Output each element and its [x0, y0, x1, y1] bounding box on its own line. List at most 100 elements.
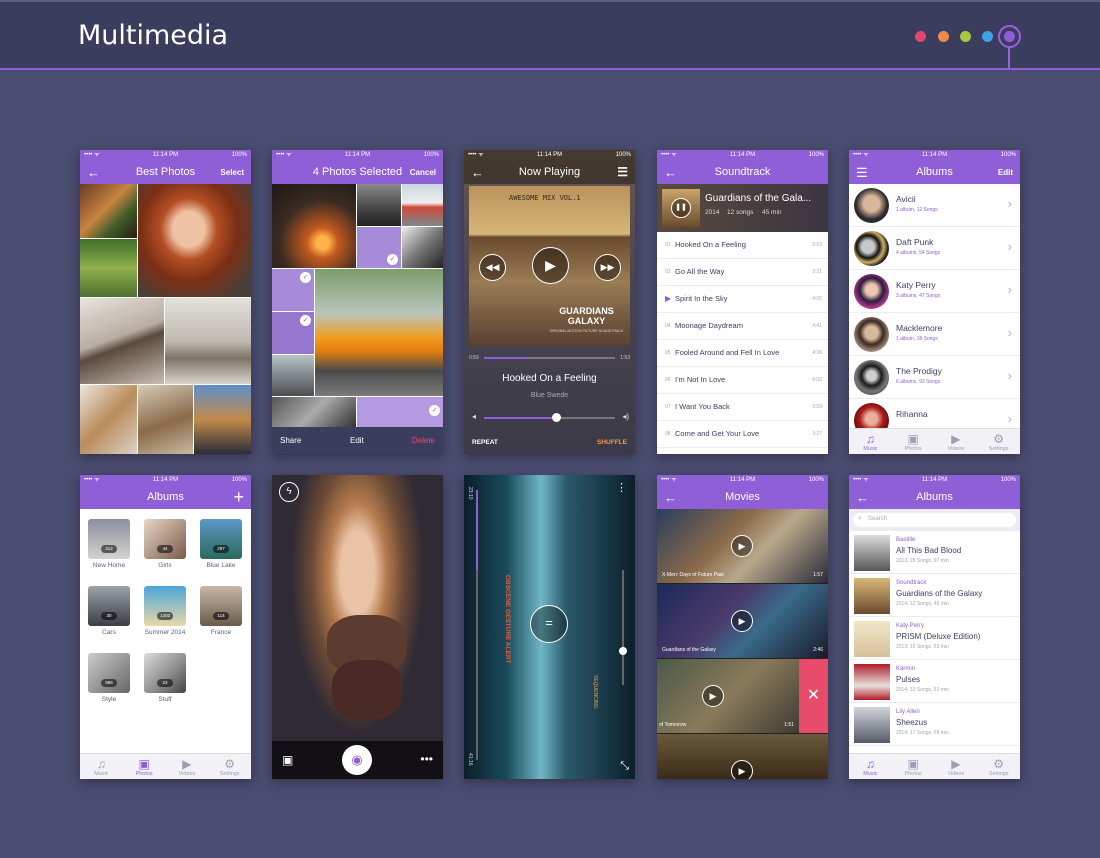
photo-window[interactable]	[272, 355, 314, 396]
photo-food[interactable]	[80, 385, 137, 454]
photo-bw[interactable]	[272, 397, 356, 427]
forward-button[interactable]: ▶▶	[594, 254, 621, 281]
color-dot-purple-selected[interactable]	[998, 25, 1021, 48]
movie-row[interactable]: ▶ Guardians of the Galaxy 2:46	[657, 584, 828, 658]
volume-knob[interactable]	[552, 413, 562, 422]
photo-selected-4[interactable]: ✓	[357, 397, 443, 427]
photo-building[interactable]	[194, 385, 251, 454]
photo-lamborghini[interactable]	[315, 269, 443, 396]
add-album-icon[interactable]: +	[233, 486, 244, 509]
album-artist: Karmin	[896, 666, 916, 672]
progress-track[interactable]	[484, 357, 615, 359]
album-row[interactable]: Soundtrack Guardians of the Galaxy 2014, 1…	[849, 574, 1020, 617]
gallery-icon[interactable]: ▣	[282, 753, 293, 767]
photo-camera-2[interactable]	[402, 227, 443, 268]
pause-button[interactable]: =	[530, 605, 568, 643]
artist-row[interactable]: The Prodigy 6 albums, 93 Songs ›	[849, 356, 1020, 399]
play-icon[interactable]: ▶	[731, 760, 753, 779]
status-battery: 100%	[423, 152, 439, 158]
photo-burger[interactable]	[80, 184, 137, 238]
album-folder[interactable]: 1203 Summer 2014	[144, 586, 186, 636]
album-folder[interactable]: 23 Stuff	[144, 653, 186, 703]
cancel-button[interactable]: Cancel	[410, 161, 436, 184]
volume-track[interactable]	[484, 417, 615, 419]
album-folder[interactable]: 287 Blue Lake	[200, 519, 242, 569]
tab-settings[interactable]: ⚙ Settings	[208, 754, 251, 779]
album-thumb: 23	[144, 653, 186, 693]
album-row[interactable]: Katy Perry PRISM (Deluxe Edition) 2013, 16…	[849, 617, 1020, 660]
track-row[interactable]: 07 I Want You Back 2:59	[657, 394, 828, 421]
album-folder[interactable]: 114 France	[200, 586, 242, 636]
photo-selected-1[interactable]: ✓	[357, 227, 401, 268]
edit-button[interactable]: Edit	[998, 161, 1013, 184]
album-row[interactable]: Karmin Pulses 2014, 13 Songs, 53 min	[849, 660, 1020, 703]
tab-music[interactable]: ♫ Music	[849, 754, 892, 779]
video-scrub-track[interactable]	[476, 490, 478, 760]
rewind-button[interactable]: ◀◀	[479, 254, 506, 281]
now-playing-icon: ▶	[665, 294, 672, 303]
more-vertical-icon[interactable]: ⋮	[616, 481, 627, 494]
photo-selected-3[interactable]: ✓	[272, 312, 314, 354]
photo-selected-2[interactable]: ✓	[272, 269, 314, 311]
album-folder[interactable]: 312 New Home	[88, 519, 130, 569]
pause-icon[interactable]: ❚❚	[671, 198, 691, 218]
artist-row[interactable]: Macklemore 1 album, 18 Songs ›	[849, 313, 1020, 356]
tab-videos[interactable]: ▶ Videos	[935, 429, 978, 454]
track-row[interactable]: 01 Hooked On a Feeling 2:53	[657, 232, 828, 259]
play-button[interactable]: ▶	[532, 247, 569, 284]
album-folder[interactable]: 30 Cars	[88, 586, 130, 636]
photo-van[interactable]	[402, 184, 443, 226]
photo-camera[interactable]	[80, 298, 164, 384]
track-row[interactable]: 05 Fooled Around and Fell In Love 4:36	[657, 340, 828, 367]
chevron-right-icon: ›	[1007, 239, 1012, 254]
album-folder[interactable]: 44 Girls	[144, 519, 186, 569]
movie-row-swiped[interactable]: ▶ of Tomorrow 1:51 ✕	[657, 659, 828, 733]
tab-videos[interactable]: ▶ Videos	[935, 754, 978, 779]
tab-videos[interactable]: ▶ Videos	[166, 754, 209, 779]
tab-photos[interactable]: ▣ Photos	[123, 754, 166, 779]
play-icon[interactable]: ▶	[731, 610, 753, 632]
track-row-playing[interactable]: ▶ Spirit In the Sky 4:02	[657, 286, 828, 313]
photo-sunset-cave[interactable]	[272, 184, 356, 268]
volume-track[interactable]	[622, 570, 624, 685]
track-row[interactable]: 08 Come and Get Your Love 3:27	[657, 421, 828, 448]
play-icon[interactable]: ▶	[731, 535, 753, 557]
tab-photos[interactable]: ▣ Photos	[892, 429, 935, 454]
album-folder[interactable]: 966 Style	[88, 653, 130, 703]
photo-desk[interactable]	[138, 385, 193, 454]
flash-icon[interactable]: ϟ	[279, 482, 299, 502]
collapse-icon[interactable]: ⤡	[620, 760, 629, 773]
photo-street[interactable]	[357, 184, 401, 226]
play-icon[interactable]: ▶	[702, 685, 724, 707]
shutter-button[interactable]: ◉	[342, 745, 372, 775]
more-icon[interactable]: •••	[420, 752, 433, 766]
artist-row[interactable]: Katy Perry 3 albums, 47 Songs ›	[849, 270, 1020, 313]
shuffle-button[interactable]: SHUFFLE	[597, 439, 627, 446]
tab-photos[interactable]: ▣ Photos	[892, 754, 935, 779]
tab-settings[interactable]: ⚙ Settings	[977, 429, 1020, 454]
tab-music[interactable]: ♫ Music	[849, 429, 892, 454]
track-row[interactable]: 04 Moonage Daydream 4:41	[657, 313, 828, 340]
volume-knob[interactable]	[619, 647, 627, 655]
photo-redhead[interactable]	[138, 184, 251, 297]
tab-settings[interactable]: ⚙ Settings	[977, 754, 1020, 779]
delete-button[interactable]: Delete	[412, 436, 435, 445]
share-button[interactable]: Share	[280, 436, 301, 445]
repeat-button[interactable]: REPEAT	[472, 439, 498, 446]
track-row[interactable]: 02 Go All the Way 3:21	[657, 259, 828, 286]
album-row[interactable]: Lily Allen Sheezus 2014, 17 Songs, 55 min	[849, 703, 1020, 746]
artist-row[interactable]: Avicii 1 album, 12 Songs ›	[849, 184, 1020, 227]
movie-row[interactable]: ▶	[657, 734, 828, 779]
delete-swipe-button[interactable]: ✕	[799, 659, 828, 733]
photo-man-wall[interactable]	[165, 298, 251, 384]
artist-row[interactable]: Daft Punk 4 albums, 54 Songs ›	[849, 227, 1020, 270]
track-row[interactable]: 06 I'm Not In Love 6:03	[657, 367, 828, 394]
queue-list-icon[interactable]: ☰	[617, 161, 628, 184]
select-button[interactable]: Select	[220, 161, 244, 184]
photo-forest[interactable]	[80, 239, 137, 297]
edit-button[interactable]: Edit	[350, 436, 364, 445]
tab-music[interactable]: ♫ Music	[80, 754, 123, 779]
search-input[interactable]: ⌕ Search	[853, 513, 1016, 527]
movie-row[interactable]: ▶ X-Men: Days of Future Past 1:57	[657, 509, 828, 583]
album-row[interactable]: Bastille All This Bad Blood 2013, 25 Songs…	[849, 531, 1020, 574]
